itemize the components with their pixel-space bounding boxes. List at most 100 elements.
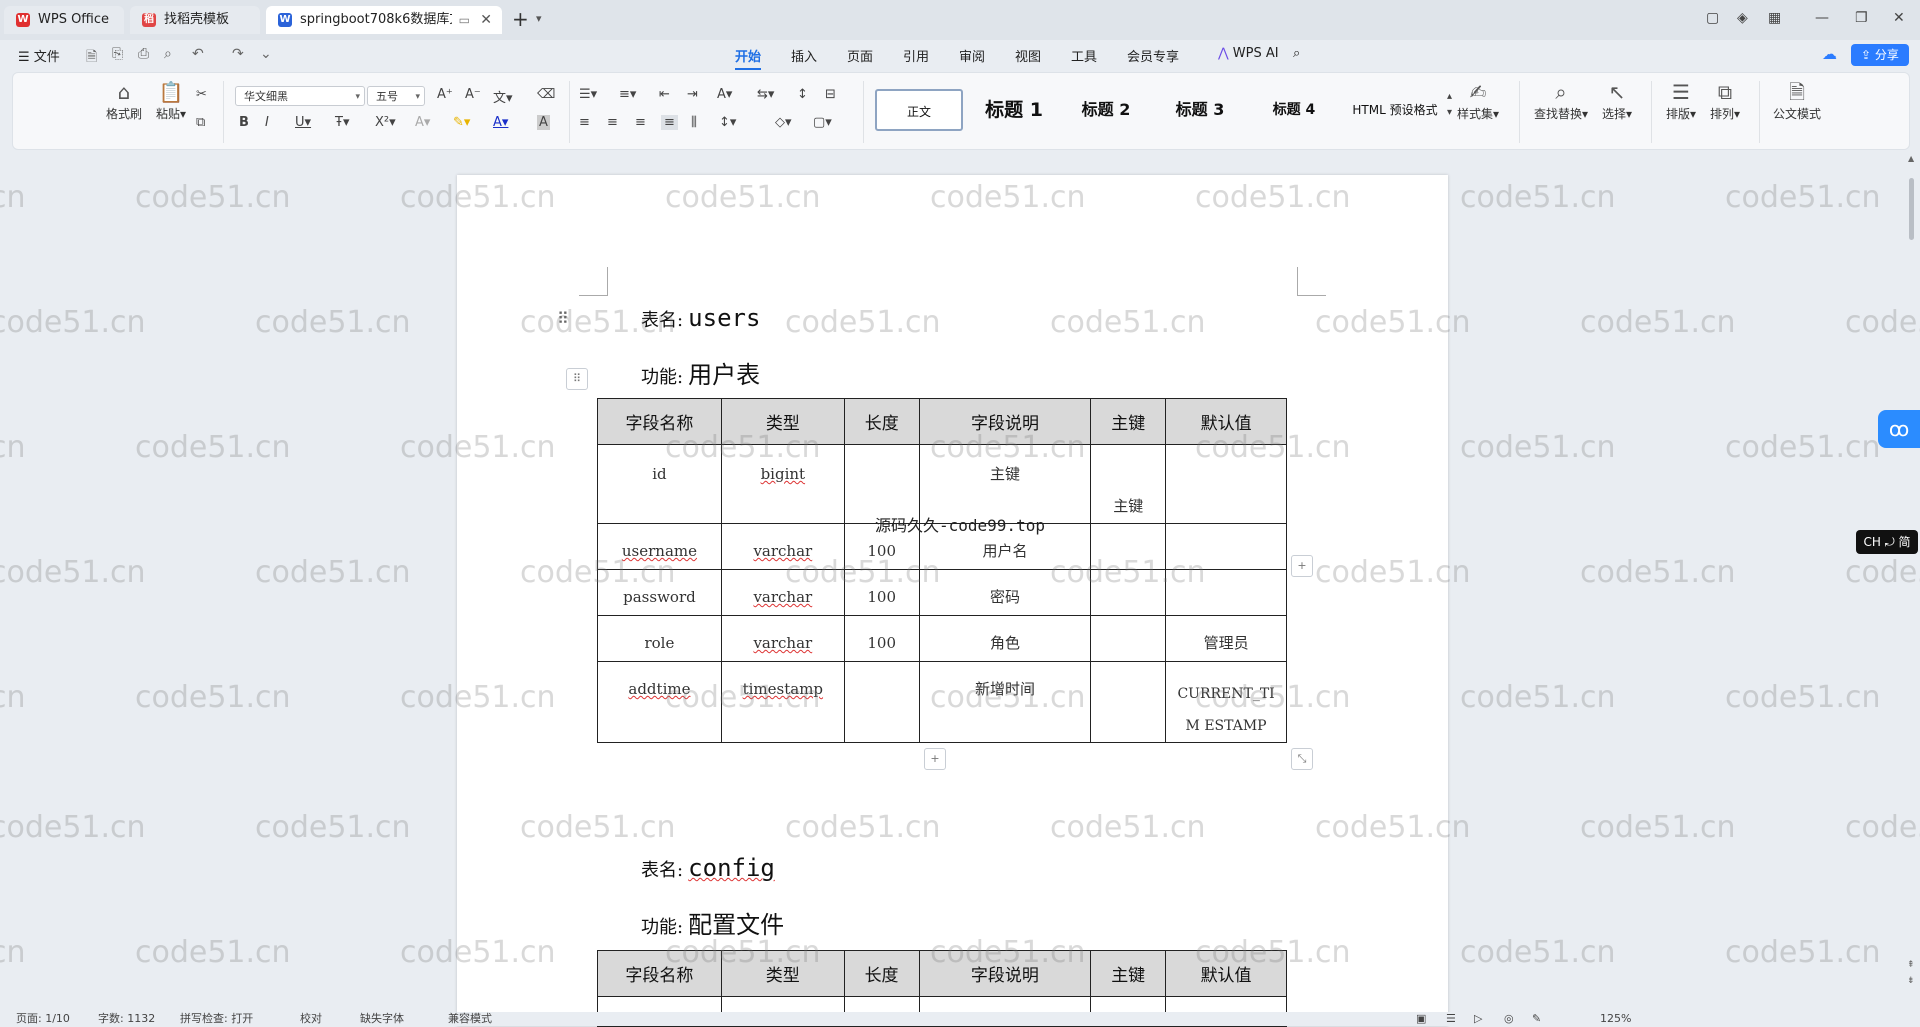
monitor-icon[interactable]: ▭ xyxy=(459,6,470,34)
bold-icon[interactable]: B xyxy=(239,115,249,130)
style-scroll-down-icon[interactable]: ▾ xyxy=(1447,107,1452,118)
format-painter-button[interactable]: ⌂ 格式刷 xyxy=(101,79,147,122)
minimize-icon[interactable]: — xyxy=(1815,10,1829,26)
font-name-select[interactable]: 华文细黑 ▾ xyxy=(235,86,365,106)
field-default-cell[interactable]: CURRENT_TIM ESTAMP xyxy=(1165,661,1287,743)
clear-format-icon[interactable]: ⌫ xyxy=(537,87,555,102)
cube-icon[interactable]: ◈ xyxy=(1737,10,1748,26)
shrink-font-icon[interactable]: A⁻ xyxy=(465,87,481,102)
field-default-cell[interactable] xyxy=(1165,444,1287,524)
chevron-down-icon[interactable]: ▾ xyxy=(536,12,542,25)
field-type-cell[interactable]: timestamp xyxy=(743,680,823,698)
style-normal[interactable]: 正文 xyxy=(875,89,963,131)
strikethrough-icon[interactable]: Ŧ▾ xyxy=(335,115,349,130)
add-row-icon[interactable]: + xyxy=(924,748,946,770)
field-desc-cell[interactable]: 密码 xyxy=(918,569,1092,616)
style-scroll-up-icon[interactable]: ▴ xyxy=(1447,91,1452,102)
print-icon[interactable]: ⎙ xyxy=(138,46,149,62)
document-page[interactable]: ⠿ 表名: users ⠿ 功能: 用户表 字段名称 类型 长度 字段说明 主键… xyxy=(457,175,1448,1027)
scrollbar-thumb[interactable] xyxy=(1909,178,1914,240)
tab-view[interactable]: 视图 xyxy=(1015,46,1041,65)
add-column-icon[interactable]: + xyxy=(1291,555,1313,577)
text-direction-icon[interactable]: A▾ xyxy=(717,87,732,102)
field-name-cell[interactable]: addtime xyxy=(628,680,690,698)
bullet-list-icon[interactable]: ☰▾ xyxy=(579,87,597,102)
window-layout-icon[interactable]: ▢ xyxy=(1706,10,1719,26)
field-pk-cell[interactable] xyxy=(1090,569,1167,616)
undo-icon[interactable]: ↶ xyxy=(192,46,204,62)
redo-icon[interactable]: ↷ xyxy=(232,46,244,62)
distribute-icon[interactable]: ⫼ xyxy=(691,115,697,130)
field-default-cell[interactable]: 管理员 xyxy=(1165,615,1287,662)
field-default-cell[interactable] xyxy=(1165,523,1287,570)
proofread-button[interactable]: 校对 xyxy=(300,1012,322,1026)
sort-icon[interactable]: ↕ xyxy=(797,87,808,102)
highlight-icon[interactable]: ✎▾ xyxy=(453,115,470,130)
restore-icon[interactable]: ❐ xyxy=(1855,10,1868,26)
close-window-icon[interactable]: ✕ xyxy=(1893,10,1905,26)
new-tab-icon[interactable]: + xyxy=(512,8,529,30)
field-name-cell[interactable]: username xyxy=(622,542,697,560)
page-indicator[interactable]: 页面: 1/10 xyxy=(16,1012,70,1026)
view-write-icon[interactable]: ✎ xyxy=(1532,1012,1541,1026)
word-count[interactable]: 字数: 1132 xyxy=(98,1012,155,1026)
ime-indicator[interactable]: CH ⤾ 简 xyxy=(1856,530,1918,554)
page-down-icon[interactable]: ⇟ xyxy=(1907,976,1915,986)
spell-check-status[interactable]: 拼写检查: 打开 xyxy=(180,1012,253,1026)
select-button[interactable]: ↖ 选择▾ xyxy=(1597,79,1637,122)
style-heading-3[interactable]: 标题 3 xyxy=(1157,89,1243,131)
tab-insert[interactable]: 插入 xyxy=(791,46,817,65)
view-web-icon[interactable]: ◎ xyxy=(1504,1012,1514,1026)
field-name-cell[interactable]: id xyxy=(597,444,722,524)
cloud-upload-icon[interactable]: ☁ xyxy=(1822,45,1837,63)
print-preview-icon[interactable]: ⌕ xyxy=(164,46,172,62)
text-effect-icon[interactable]: A▾ xyxy=(415,115,430,130)
style-heading-2[interactable]: 标题 2 xyxy=(1063,89,1149,131)
close-tab-icon[interactable]: ✕ xyxy=(480,6,492,34)
arrange-button[interactable]: ⧉ 排列▾ xyxy=(1705,79,1745,122)
field-type-cell[interactable]: bigint xyxy=(761,465,806,483)
tab-tools[interactable]: 工具 xyxy=(1071,46,1097,65)
field-type-cell[interactable]: varchar xyxy=(753,634,812,652)
increase-indent-icon[interactable]: ⇥ xyxy=(687,87,698,102)
find-replace-button[interactable]: ⌕ 查找替换▾ xyxy=(1531,79,1591,122)
field-pk-cell[interactable] xyxy=(1090,615,1167,662)
align-left-icon[interactable]: ≡ xyxy=(579,115,590,130)
search-icon[interactable]: ⌕ xyxy=(1293,46,1300,61)
align-center-icon[interactable]: ≡ xyxy=(607,115,618,130)
line-spacing-icon[interactable]: ↕▾ xyxy=(719,115,736,130)
field-length-cell[interactable]: 100 xyxy=(843,569,920,616)
border-icon[interactable]: ▢▾ xyxy=(813,115,832,130)
field-name-cell[interactable]: password xyxy=(597,569,722,616)
field-length-cell[interactable]: 100 xyxy=(843,615,920,662)
field-type-cell[interactable]: varchar xyxy=(753,588,812,606)
field-default-cell[interactable] xyxy=(1165,569,1287,616)
table-move-handle-icon[interactable]: ⠿ xyxy=(566,368,588,390)
assistant-float-icon[interactable]: ꝏ xyxy=(1878,410,1920,448)
char-shading-icon[interactable]: A xyxy=(537,115,550,130)
view-page-icon[interactable]: ▣ xyxy=(1416,1012,1426,1026)
copy-icon[interactable]: ⧉ xyxy=(196,115,205,130)
wps-ai-button[interactable]: ⋀ WPS AI xyxy=(1218,46,1279,61)
shading-icon[interactable]: ◇▾ xyxy=(775,115,792,130)
official-mode-button[interactable]: 🗎 公文模式 xyxy=(1769,79,1825,122)
field-pk-cell[interactable]: 主键 xyxy=(1090,444,1167,524)
tab-member[interactable]: 会员专享 xyxy=(1127,46,1179,65)
field-pk-cell[interactable] xyxy=(1090,661,1167,743)
grow-font-icon[interactable]: A⁺ xyxy=(437,87,453,102)
export-icon[interactable]: ⎘ xyxy=(112,46,123,62)
style-heading-4[interactable]: 标题 4 xyxy=(1251,89,1337,131)
field-name-cell[interactable]: role xyxy=(597,615,722,662)
style-set-button[interactable]: ✍ 样式集▾ xyxy=(1453,79,1503,122)
font-color-icon[interactable]: A▾ xyxy=(493,115,508,130)
tab-docer-templates[interactable]: 稻 找稻壳模板 xyxy=(130,6,260,34)
missing-font-button[interactable]: 缺失字体 xyxy=(360,1012,404,1026)
show-marks-icon[interactable]: ⊟ xyxy=(825,87,836,102)
decrease-indent-icon[interactable]: ⇤ xyxy=(659,87,670,102)
justify-icon[interactable]: ≡ xyxy=(661,115,678,130)
share-button[interactable]: ⇪ 分享 xyxy=(1851,44,1909,66)
style-html-preformatted[interactable]: HTML 预设格式 xyxy=(1345,89,1445,131)
save-icon[interactable]: 🗎 xyxy=(86,46,97,70)
view-read-icon[interactable]: ▷ xyxy=(1474,1012,1482,1026)
layout-button[interactable]: ☰ 排版▾ xyxy=(1661,79,1701,122)
